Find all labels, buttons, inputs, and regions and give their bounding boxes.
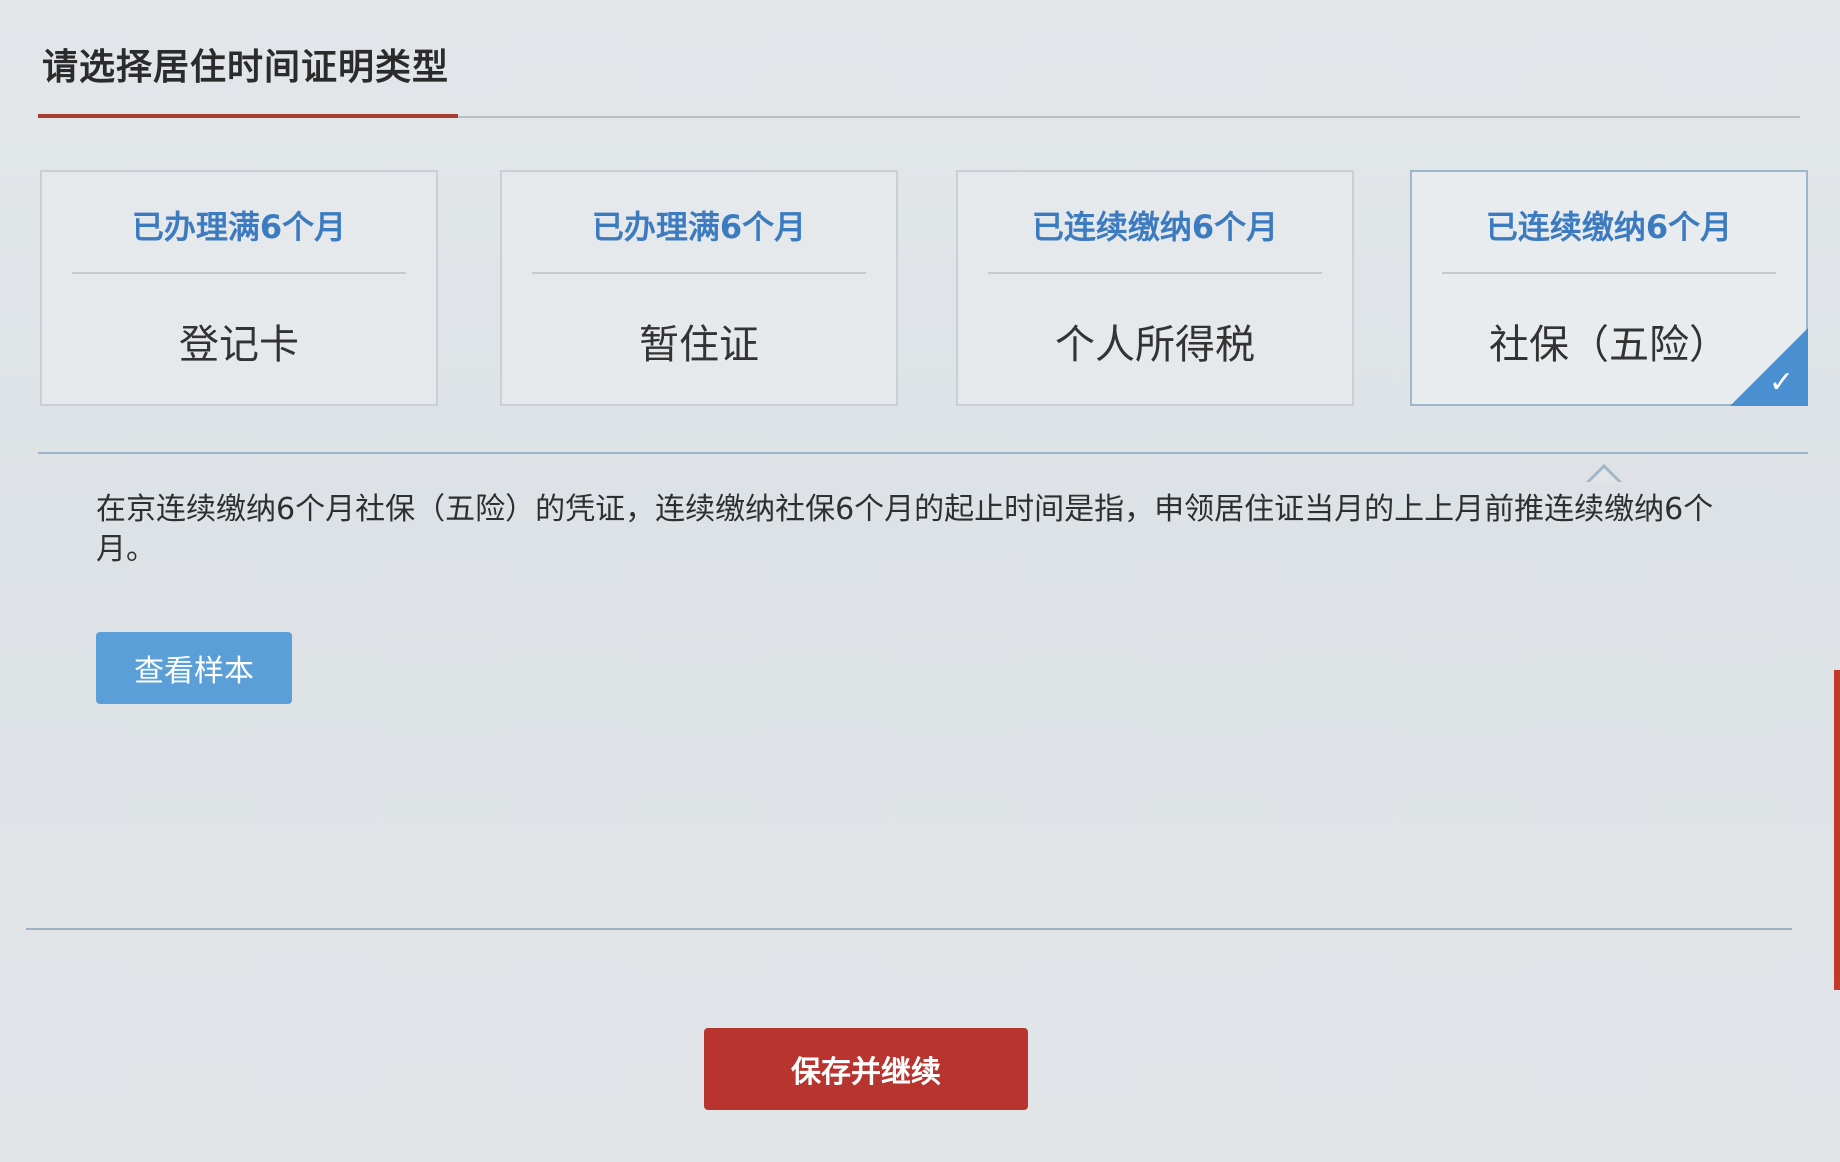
card-divider [72, 272, 406, 274]
card-period-label: 已办理满6个月 [591, 208, 807, 246]
card-name-label: 暂住证 [639, 322, 759, 368]
card-registration-card[interactable]: 已办理满6个月 登记卡 [40, 170, 438, 406]
view-sample-button[interactable]: 查看样本 [96, 632, 292, 704]
detail-panel-divider [38, 452, 1808, 454]
card-social-insurance[interactable]: 已连续缴纳6个月 社保（五险） ✓ [1410, 170, 1808, 406]
proof-type-cards: 已办理满6个月 登记卡 已办理满6个月 暂住证 已连续缴纳6个月 个人所得税 已… [40, 170, 1810, 440]
card-temporary-residence-permit[interactable]: 已办理满6个月 暂住证 [500, 170, 898, 406]
title-accent-underline [38, 114, 458, 118]
detail-description: 在京连续缴纳6个月社保（五险）的凭证，连续缴纳社保6个月的起止时间是指，申领居住… [96, 492, 1714, 567]
page: 请选择居住时间证明类型 已办理满6个月 登记卡 已办理满6个月 暂住证 已连续缴… [0, 0, 1840, 1162]
detail-pointer-arrow-fill [1589, 468, 1619, 483]
card-name-label: 个人所得税 [1055, 322, 1255, 368]
card-name-label: 登记卡 [179, 322, 299, 368]
section-title: 请选择居住时间证明类型 [42, 47, 450, 88]
card-divider [1442, 272, 1776, 274]
card-period-label: 已办理满6个月 [131, 208, 347, 246]
scrollbar-edge [1834, 670, 1840, 990]
card-divider [532, 272, 866, 274]
card-divider [988, 272, 1322, 274]
save-and-continue-button[interactable]: 保存并继续 [704, 1028, 1028, 1110]
card-personal-income-tax[interactable]: 已连续缴纳6个月 个人所得税 [956, 170, 1354, 406]
check-icon: ✓ [1768, 365, 1794, 400]
footer-divider [26, 928, 1792, 930]
card-period-label: 已连续缴纳6个月 [1031, 208, 1279, 246]
card-period-label: 已连续缴纳6个月 [1485, 208, 1733, 246]
